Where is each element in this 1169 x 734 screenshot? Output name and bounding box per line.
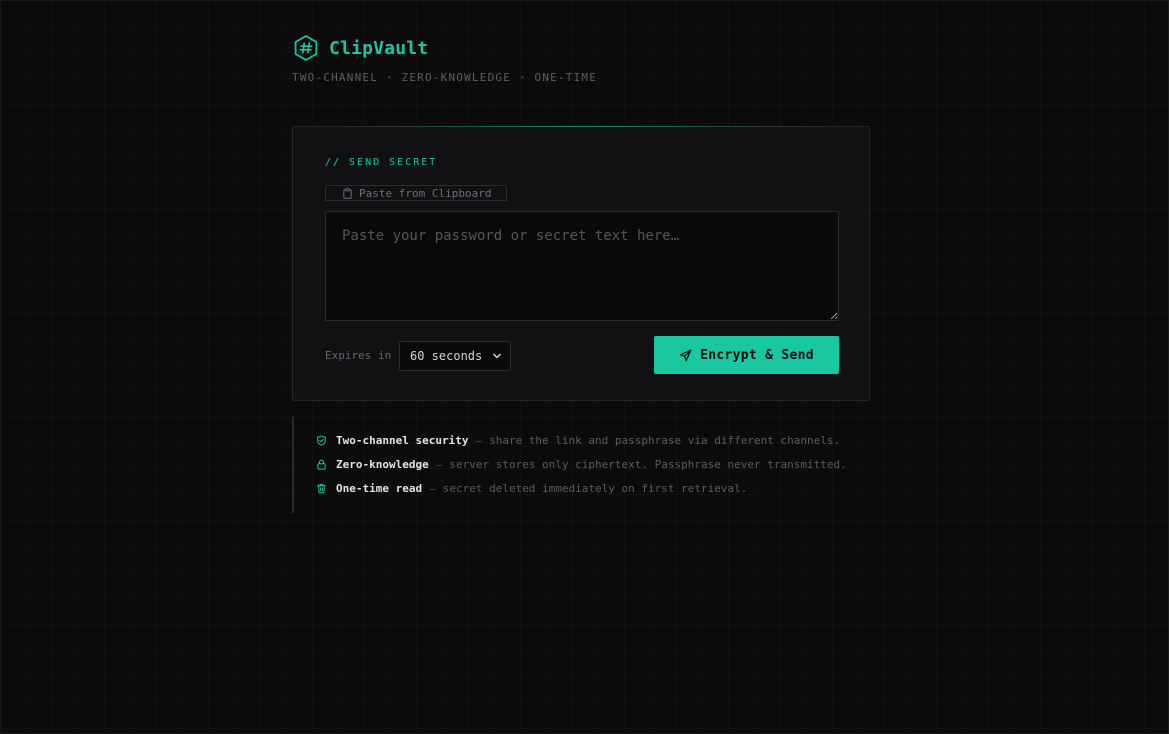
feature-item-zero-knowledge: Zero-knowledge — server stores only ciph… [316, 458, 847, 471]
feature-separator: — [475, 434, 483, 447]
trash-icon [316, 483, 327, 494]
feature-description: server stores only ciphertext. Passphras… [449, 458, 847, 471]
feature-separator: — [435, 458, 443, 471]
feature-description: share the link and passphrase via differ… [489, 434, 841, 447]
chevron-down-icon [493, 353, 501, 359]
secret-text-input[interactable] [325, 211, 839, 321]
encrypt-send-label: Encrypt & Send [700, 347, 814, 363]
feature-description: secret deleted immediately on first retr… [442, 482, 748, 495]
brand-header: ClipVault [292, 34, 428, 62]
send-secret-card: // SEND SECRET Paste from Clipboard Expi… [292, 126, 870, 401]
paste-button-label: Paste from Clipboard [359, 186, 492, 200]
send-icon [679, 349, 692, 361]
card-title: // SEND SECRET [325, 157, 438, 168]
app-name: ClipVault [329, 37, 429, 59]
feature-title: Zero-knowledge [336, 458, 429, 471]
clipboard-icon [343, 187, 352, 199]
tagline: TWO-CHANNEL · ZERO-KNOWLEDGE · ONE-TIME [292, 71, 598, 84]
feature-item-one-time-read: One-time read — secret deleted immediate… [316, 482, 747, 495]
expires-select[interactable]: 60 seconds [399, 341, 511, 371]
paste-from-clipboard-button[interactable]: Paste from Clipboard [325, 185, 507, 201]
feature-title: Two-channel security [336, 434, 469, 447]
shield-icon [317, 435, 326, 446]
encrypt-send-button[interactable]: Encrypt & Send [654, 336, 839, 374]
feature-separator: — [429, 482, 436, 495]
expires-label: Expires in [325, 349, 392, 362]
expires-selected-value: 60 seconds [410, 349, 483, 363]
features-list: Two-channel security — share the link an… [292, 417, 872, 513]
hexagon-hash-icon [294, 35, 318, 61]
feature-title: One-time read [336, 482, 423, 495]
feature-item-two-channel: Two-channel security — share the link an… [316, 434, 840, 447]
lock-icon [317, 459, 326, 470]
